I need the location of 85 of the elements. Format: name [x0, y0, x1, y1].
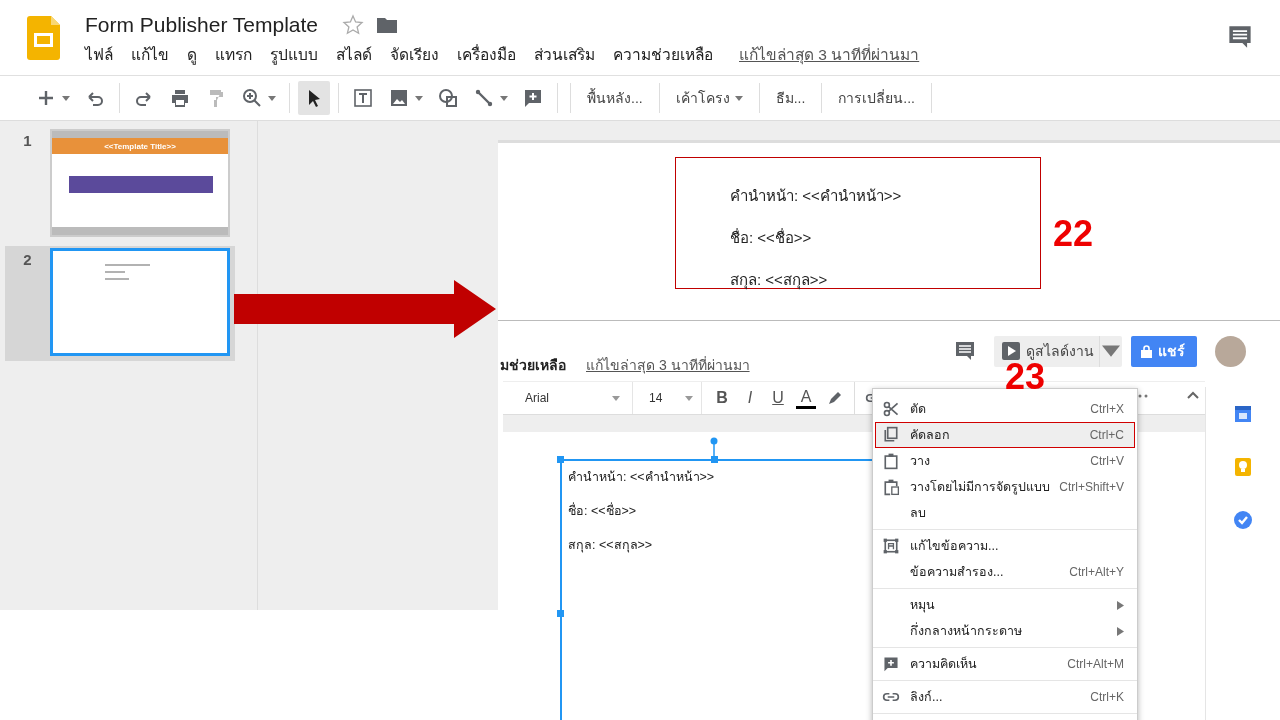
play-icon	[1002, 342, 1020, 360]
menu-item[interactable]: วาง Ctrl+V	[875, 448, 1135, 474]
font-size-dropdown[interactable]: 14	[633, 382, 702, 414]
resize-handle[interactable]	[711, 456, 718, 463]
menu-item[interactable]: ตัด Ctrl+X	[875, 396, 1135, 422]
caret-icon[interactable]	[500, 95, 508, 101]
caret-icon[interactable]	[268, 95, 276, 101]
field-label: คำนำหน้า: <<คำนำหน้า>>	[730, 186, 903, 206]
menu-item[interactable]: ความช่วยเหลือ	[613, 42, 713, 67]
caret-icon[interactable]	[612, 395, 620, 401]
menu-item[interactable]: แก้ไข	[131, 42, 169, 67]
menu-item[interactable]: แทรก	[215, 42, 252, 67]
resize-handle[interactable]	[557, 610, 564, 617]
thumbnail-title: <<Template Title>>	[52, 138, 228, 154]
avatar[interactable]	[1215, 335, 1246, 367]
check-circle-icon[interactable]	[1233, 510, 1253, 530]
step-number: 22	[1053, 213, 1094, 255]
menu-item[interactable]: ส่วนเสริม	[534, 42, 595, 67]
text-line: ชื่อ: <<ชื่อ>>	[568, 501, 638, 520]
submenu-arrow-icon	[1117, 626, 1124, 636]
add-comment-icon	[882, 655, 900, 673]
menu-item[interactable]: คัดลอก Ctrl+C	[875, 422, 1135, 448]
italic-button[interactable]: I	[736, 389, 764, 407]
add-comment-icon	[522, 87, 544, 109]
toolbar-button[interactable]: ธีม...	[767, 81, 814, 115]
star-icon[interactable]	[342, 14, 365, 36]
caret-icon[interactable]	[415, 95, 423, 101]
field-label: ชื่อ: <<ชื่อ>>	[730, 227, 813, 248]
text-color-button[interactable]: A	[792, 387, 820, 409]
font-dropdown[interactable]: Arial	[503, 382, 633, 414]
menu-item[interactable]: ไฟล์	[85, 42, 113, 67]
share-button[interactable]: แชร์	[1131, 335, 1197, 367]
line-icon	[473, 87, 495, 109]
menu-item[interactable]: จัดเรียง	[390, 42, 439, 67]
comments-icon[interactable]	[1227, 24, 1253, 50]
underline-button[interactable]: U	[764, 389, 792, 407]
tool-button[interactable]	[298, 81, 330, 115]
document-title[interactable]: Form Publisher Template	[85, 13, 319, 37]
menu-item[interactable]: สไลด์	[336, 42, 372, 67]
collapse-icon[interactable]	[1187, 391, 1199, 399]
bold-button[interactable]: B	[708, 389, 736, 407]
slide-number: 2	[22, 250, 33, 270]
clipboard-text-icon	[882, 478, 900, 496]
last-edit-link[interactable]: แก้ไขล่าสุด 3 นาทีที่ผ่านมา	[739, 42, 920, 67]
text-line: คำนำหน้า: <<คำนำหน้า>>	[568, 469, 716, 486]
clipboard-icon	[882, 452, 900, 470]
image-icon	[388, 87, 410, 109]
scissors-icon	[882, 400, 900, 418]
menu-item[interactable]: ข้อความสำรอง... Ctrl+Alt+Y	[875, 559, 1135, 585]
menu-item[interactable]: กึ่งกลางหน้ากระดาษ	[875, 618, 1135, 644]
printer-icon	[169, 87, 191, 109]
submenu-arrow-icon	[1117, 600, 1124, 610]
copy-icon	[882, 426, 900, 444]
field-label: สกุล: <<สกุล>>	[730, 270, 829, 292]
slide-thumbnail[interactable]	[50, 248, 230, 356]
toolbar-button[interactable]: พื้นหลัง...	[579, 81, 651, 115]
last-edit-link[interactable]: แก้ไขล่าสุด 3 นาทีที่ผ่านมา	[586, 353, 750, 376]
caret-icon[interactable]	[62, 95, 70, 101]
slide-number: 1	[22, 131, 33, 151]
more-icon[interactable]	[1138, 394, 1148, 398]
rotate-handle[interactable]	[710, 437, 718, 459]
text-line: สกุล: <<สกุล>>	[568, 537, 654, 555]
text-box-icon	[352, 87, 374, 109]
menu-item[interactable]: ลบ	[875, 500, 1135, 526]
menu-item[interactable]: เครื่องมือ	[457, 42, 516, 67]
menu-item[interactable]: หมุน	[875, 592, 1135, 618]
menu-item[interactable]: ลิงก์... Ctrl+K	[875, 684, 1135, 710]
caret-icon[interactable]	[685, 395, 693, 401]
menu-item[interactable]: ความคิดเห็น Ctrl+Alt+M	[875, 651, 1135, 677]
comments-icon[interactable]	[954, 340, 976, 362]
shapes-icon	[437, 87, 459, 109]
menu-item[interactable]: รูปแบบ	[270, 42, 318, 67]
text-frame-icon	[882, 537, 900, 555]
menu-item[interactable]: วางโดยไม่มีการจัดรูปแบบ Ctrl+Shift+V	[875, 474, 1135, 500]
menu-item[interactable]: ดู	[187, 42, 197, 67]
zoom-icon	[241, 87, 263, 109]
menu-item[interactable]: มช่วยเหลือ	[500, 353, 566, 376]
lock-icon	[1141, 344, 1152, 358]
calendar-icon[interactable]	[1233, 404, 1253, 424]
toolbar-button[interactable]: การเปลี่ยน...	[830, 81, 923, 115]
resize-handle[interactable]	[557, 456, 564, 463]
toolbar-button[interactable]: เค้าโครง	[667, 81, 751, 115]
menu-item[interactable]: แก้ไขข้อความ...	[875, 533, 1135, 559]
caret-icon[interactable]	[734, 95, 743, 101]
pen-icon[interactable]	[826, 389, 844, 407]
